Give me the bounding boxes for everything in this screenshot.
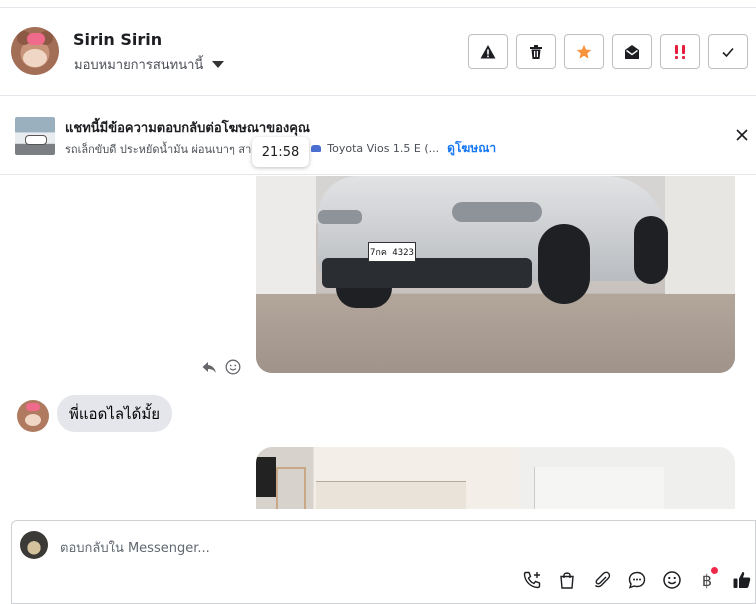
license-plate: 7กค 4323	[368, 242, 416, 262]
emoji-button[interactable]	[661, 569, 683, 591]
reply-input[interactable]: ตอบกลับใน Messenger...	[60, 537, 210, 558]
chat-bubble-icon	[628, 571, 646, 589]
ad-thumbnail[interactable]	[15, 117, 55, 155]
priority-icon	[675, 44, 685, 59]
mark-unread-button[interactable]	[612, 34, 652, 69]
incoming-message-bubble[interactable]: พี่แอดไลได้มั้ย	[57, 395, 173, 432]
message-thread[interactable]: 7กค 4323 พี่แอดไลได้มั้ย	[0, 176, 756, 509]
emoji-reaction-icon[interactable]	[225, 359, 241, 375]
add-call-button[interactable]	[521, 569, 543, 591]
phone-plus-icon	[523, 571, 541, 589]
notification-dot	[711, 567, 718, 574]
paperclip-icon	[594, 571, 611, 588]
view-ad-link[interactable]: ดูโฆษณา	[447, 139, 496, 158]
avatar[interactable]	[11, 27, 59, 75]
priority-button[interactable]	[660, 34, 700, 69]
composer-toolbar: ฿	[521, 567, 753, 591]
delete-button[interactable]	[516, 34, 556, 69]
sender-avatar[interactable]	[17, 400, 49, 432]
saved-replies-button[interactable]	[626, 569, 648, 591]
ad-reply-banner: แชทนี้มีข้อความตอบกลับต่อโฆษณาของคุณ รถเ…	[0, 97, 756, 175]
reply-icon[interactable]	[201, 359, 217, 375]
conversation-header: Sirin Sirin มอบหมายการสนทนานี้	[0, 8, 756, 96]
report-spam-button[interactable]	[468, 34, 508, 69]
message-composer: ตอบกลับใน Messenger... ฿	[11, 520, 756, 604]
caret-down-icon	[212, 61, 225, 68]
close-icon[interactable]	[734, 127, 750, 143]
star-icon	[576, 44, 592, 59]
ad-description: รถเล็กขับดี ประหยัดน้ำมัน ผ่อนเบาๆ สา	[65, 142, 252, 156]
envelope-open-icon	[625, 44, 639, 59]
car-photo-message[interactable]: 7กค 4323	[256, 176, 735, 373]
timestamp-tooltip: 21:58	[252, 137, 309, 167]
payment-button[interactable]: ฿	[696, 567, 718, 591]
attach-button[interactable]	[591, 569, 613, 591]
star-button[interactable]	[564, 34, 604, 69]
assign-conversation-dropdown[interactable]: มอบหมายการสนทนานี้	[74, 54, 225, 75]
checkmark-icon	[722, 47, 734, 57]
message-actions	[201, 359, 241, 375]
page-avatar	[20, 531, 48, 559]
like-button[interactable]	[731, 569, 753, 591]
emoji-icon	[663, 571, 681, 589]
contact-name[interactable]: Sirin Sirin	[73, 30, 162, 49]
car-icon	[311, 145, 322, 152]
done-button[interactable]	[708, 34, 748, 69]
ad-product: Toyota Vios 1.5 E (...	[327, 142, 440, 155]
warning-icon	[480, 44, 496, 58]
baht-icon: ฿	[701, 570, 713, 590]
shop-button[interactable]	[556, 569, 578, 591]
ad-banner-title: แชทนี้มีข้อความตอบกลับต่อโฆษณาของคุณ	[65, 121, 310, 136]
assign-label: มอบหมายการสนทนานี้	[74, 58, 204, 73]
photo-message[interactable]	[256, 447, 735, 509]
thumbs-up-icon	[733, 572, 751, 588]
conversation-actions	[468, 34, 748, 69]
trash-icon	[530, 44, 542, 59]
shopping-bag-icon	[560, 572, 574, 589]
